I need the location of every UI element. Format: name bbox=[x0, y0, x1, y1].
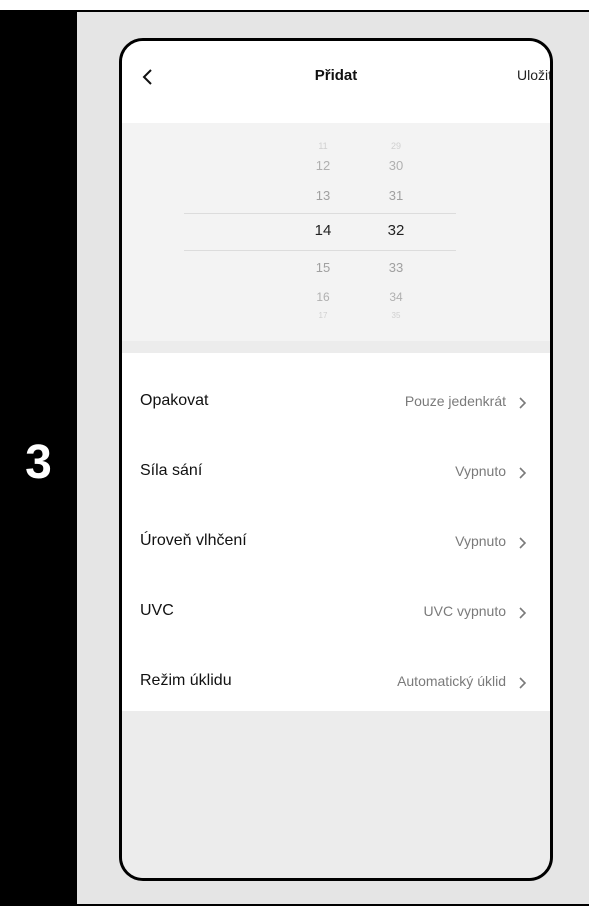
frame-bottom-border bbox=[0, 904, 589, 906]
top-bar: Přidat Uložit bbox=[122, 41, 550, 123]
hour-option: 12 bbox=[315, 158, 331, 173]
hour-option: 17 bbox=[318, 311, 328, 320]
hour-option: 13 bbox=[315, 188, 331, 203]
minute-option: 35 bbox=[391, 311, 401, 320]
phone-screen: Přidat Uložit 11 12 13 14 15 16 17 29 30… bbox=[119, 38, 553, 881]
chevron-right-icon bbox=[519, 677, 527, 689]
setting-label: Opakovat bbox=[140, 392, 209, 409]
hour-option-selected: 14 bbox=[314, 222, 332, 239]
chevron-right-icon bbox=[519, 397, 527, 409]
minute-option: 30 bbox=[388, 158, 404, 173]
minute-option: 34 bbox=[389, 290, 403, 304]
setting-label: Síla sání bbox=[140, 462, 203, 479]
chevron-right-icon bbox=[519, 607, 527, 619]
hour-option: 11 bbox=[318, 141, 328, 151]
hour-option: 15 bbox=[315, 260, 331, 275]
step-column: 3 bbox=[0, 12, 77, 904]
empty-bottom-area bbox=[122, 711, 550, 878]
setting-row-suction[interactable]: Síla sání Vypnuto bbox=[122, 436, 550, 506]
setting-row-uvc[interactable]: UVC UVC vypnuto bbox=[122, 576, 550, 646]
setting-label: UVC bbox=[140, 602, 174, 619]
setting-row-cleaning-mode[interactable]: Režim úklidu Automatický úklid bbox=[122, 646, 550, 716]
step-number: 3 bbox=[25, 436, 52, 489]
setting-value: UVC vypnuto bbox=[423, 603, 506, 619]
time-picker[interactable]: 11 12 13 14 15 16 17 29 30 31 32 33 34 3… bbox=[122, 123, 550, 341]
setting-row-humidity[interactable]: Úroveň vlhčení Vypnuto bbox=[122, 506, 550, 576]
picker-selection-line-bottom bbox=[184, 250, 456, 251]
minute-option: 31 bbox=[388, 188, 404, 203]
page-title: Přidat bbox=[314, 67, 358, 84]
setting-value: Vypnuto bbox=[455, 463, 506, 479]
settings-list: Opakovat Pouze jedenkrát Síla sání Vypnu… bbox=[122, 353, 550, 711]
setting-row-repeat[interactable]: Opakovat Pouze jedenkrát bbox=[122, 366, 550, 436]
setting-label: Režim úklidu bbox=[140, 672, 232, 689]
section-gap bbox=[122, 341, 550, 353]
setting-value: Automatický úklid bbox=[397, 673, 506, 689]
setting-label: Úroveň vlhčení bbox=[140, 532, 247, 549]
minute-option: 29 bbox=[390, 141, 401, 151]
save-button[interactable]: Uložit bbox=[517, 67, 550, 83]
minute-option: 33 bbox=[388, 260, 404, 275]
chevron-right-icon bbox=[519, 467, 527, 479]
picker-selection-line-top bbox=[184, 213, 456, 214]
chevron-right-icon bbox=[519, 537, 527, 549]
minute-option-selected: 32 bbox=[387, 222, 405, 239]
hour-option: 16 bbox=[316, 290, 330, 304]
setting-value: Pouze jedenkrát bbox=[404, 393, 506, 409]
setting-value: Vypnuto bbox=[455, 533, 506, 549]
